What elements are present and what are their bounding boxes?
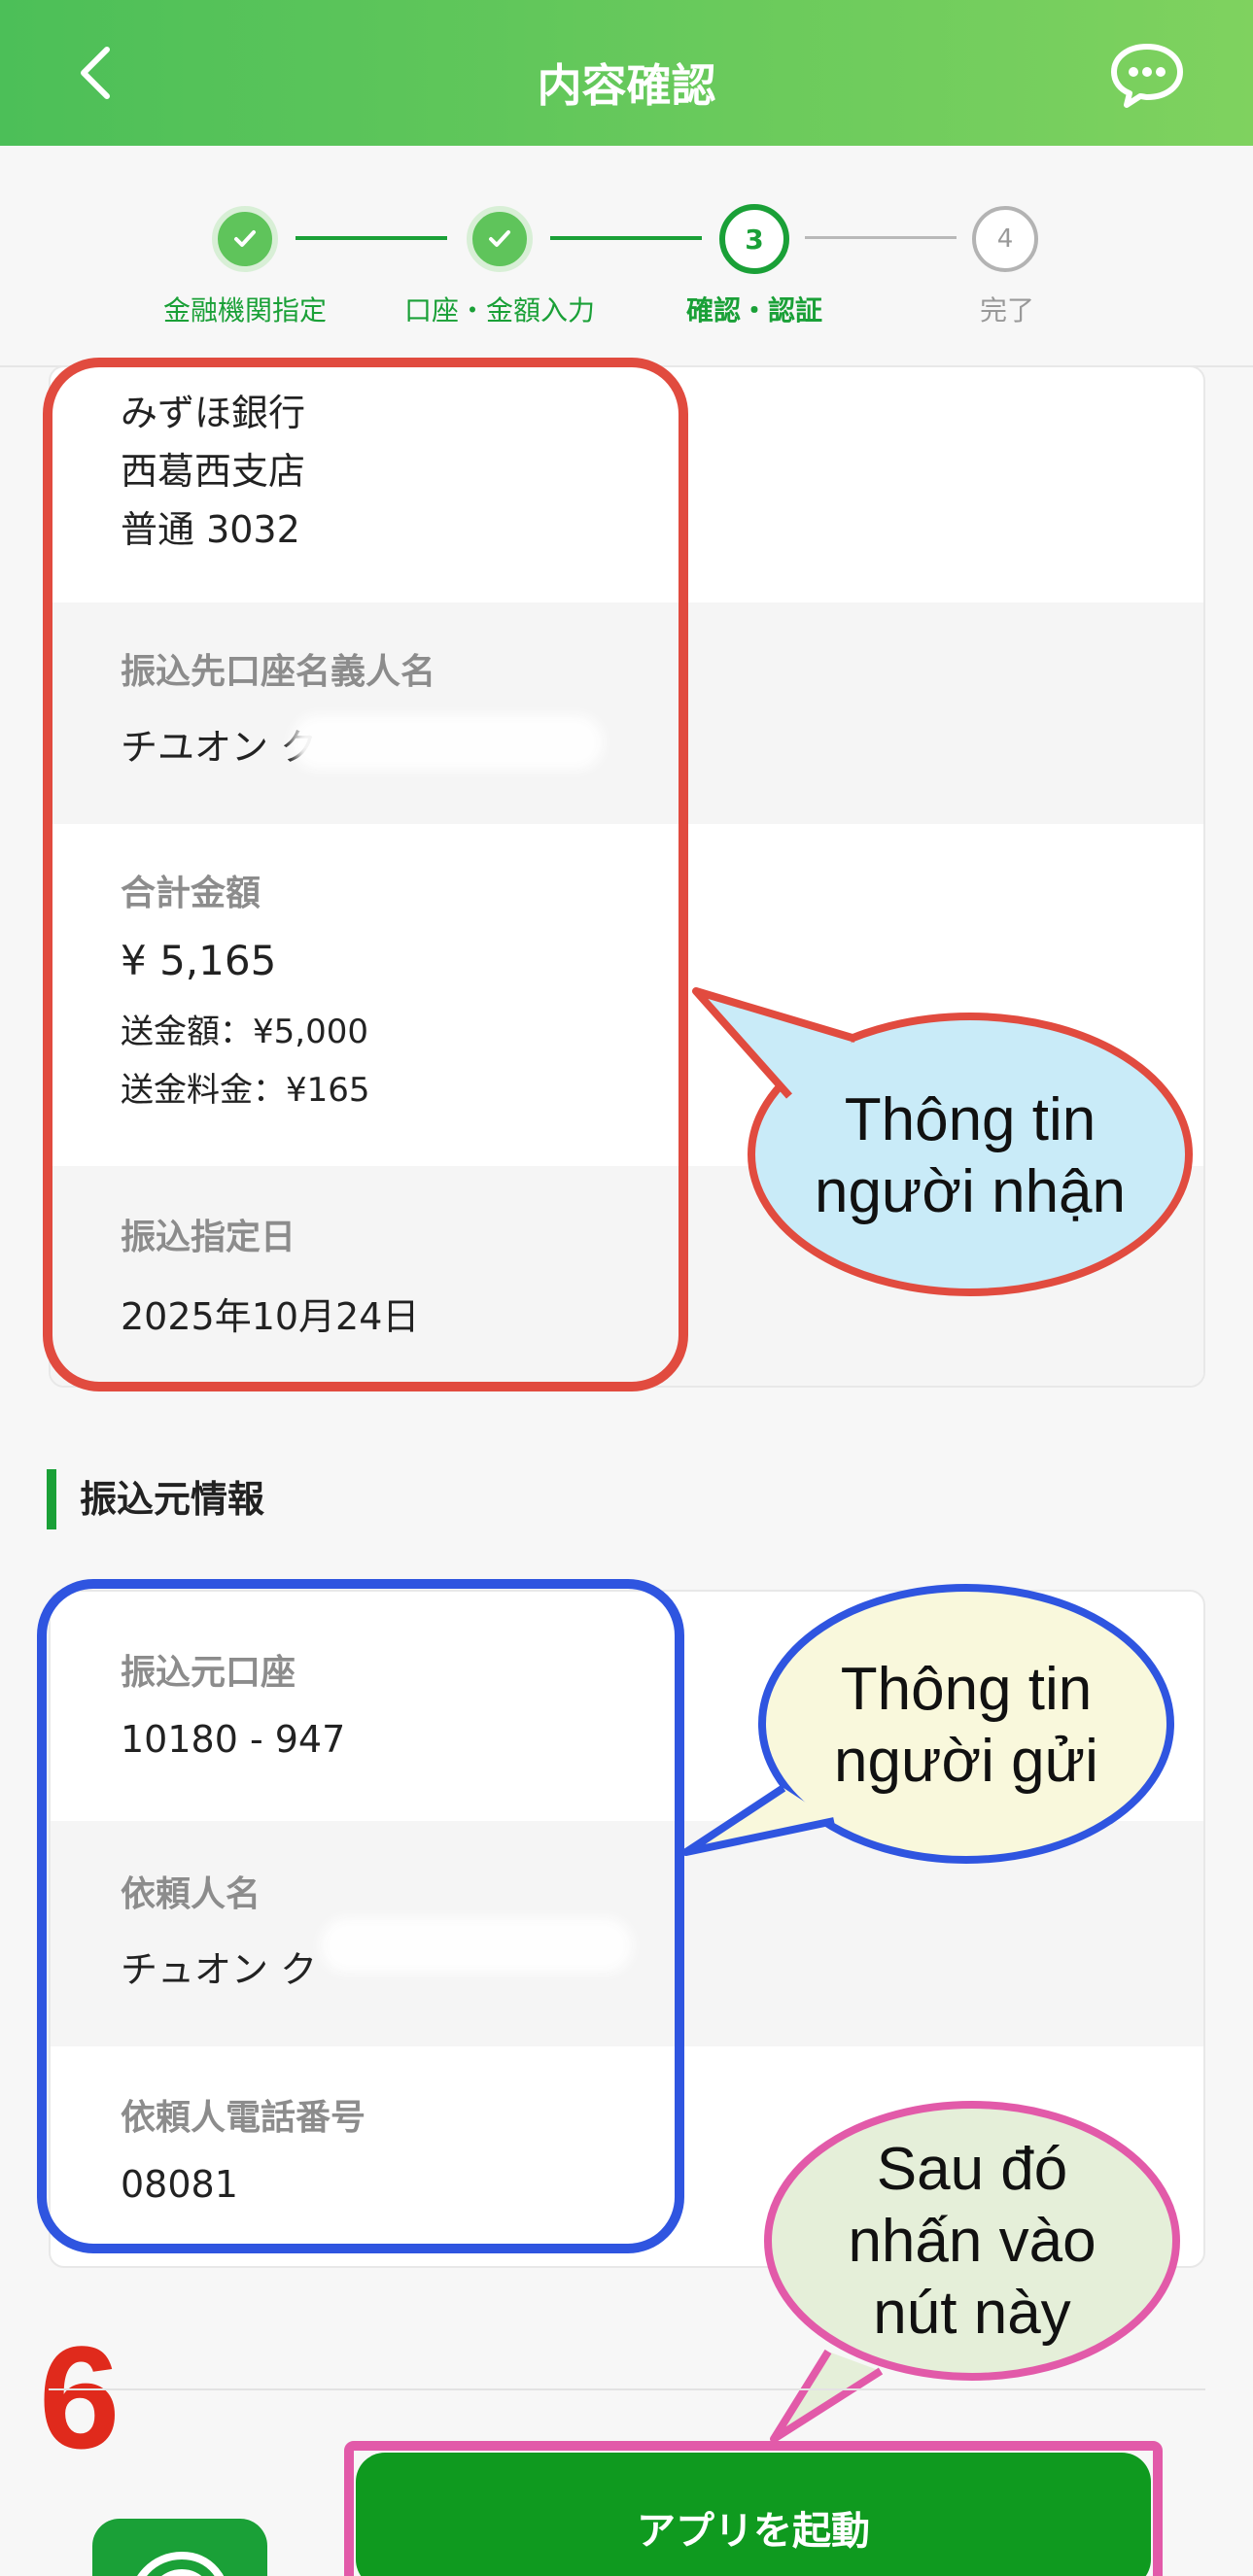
recipient-highlight-box — [43, 358, 688, 1391]
recipient-callout-line: người nhận — [814, 1158, 1127, 1225]
step-2-indicator — [467, 206, 533, 272]
section-divider — [49, 2388, 1205, 2390]
sender-highlight-box — [37, 1579, 684, 2253]
tutorial-step-number: 6 — [39, 2316, 121, 2479]
chat-button[interactable] — [1108, 41, 1186, 109]
button-callout-line: nút này — [873, 2280, 1071, 2347]
page-title: 内容確認 — [537, 59, 716, 112]
sender-callout-text: Thông tin người gửi — [772, 1654, 1161, 1798]
step-4-indicator: 4 — [972, 206, 1038, 272]
app-logo-icon — [92, 2519, 267, 2576]
check-icon — [234, 230, 256, 247]
step-3-label: 確認・認証 — [685, 294, 822, 326]
button-callout-line: nhấn vào — [848, 2208, 1096, 2275]
step-connector — [805, 236, 957, 239]
sender-section-title: 振込元情報 — [47, 1469, 264, 1529]
sender-callout-line: người gửi — [834, 1728, 1098, 1795]
step-4-label: 完了 — [979, 294, 1034, 326]
button-callout-text: Sau đó nhấn vào nút này — [778, 2134, 1166, 2350]
step-2-label: 口座・金額入力 — [403, 294, 595, 326]
button-callout-line: Sau đó — [876, 2136, 1068, 2203]
chat-bubble-icon — [1111, 44, 1183, 108]
step-1-label: 金融機関指定 — [162, 294, 327, 326]
step-connector — [550, 236, 702, 240]
recipient-callout-text: Thông tin người nhận — [776, 1084, 1165, 1228]
sender-callout-line: Thông tin — [840, 1656, 1093, 1723]
button-highlight-box — [344, 2441, 1163, 2576]
step-3-indicator: 3 — [719, 204, 789, 274]
check-icon — [489, 230, 510, 247]
recipient-callout-line: Thông tin — [844, 1086, 1096, 1153]
app-header: 内容確認 — [0, 0, 1253, 146]
step-connector — [296, 236, 447, 240]
progress-stepper — [0, 146, 1253, 367]
step-1-indicator — [212, 206, 278, 272]
app-logo-mark — [137, 2551, 225, 2576]
